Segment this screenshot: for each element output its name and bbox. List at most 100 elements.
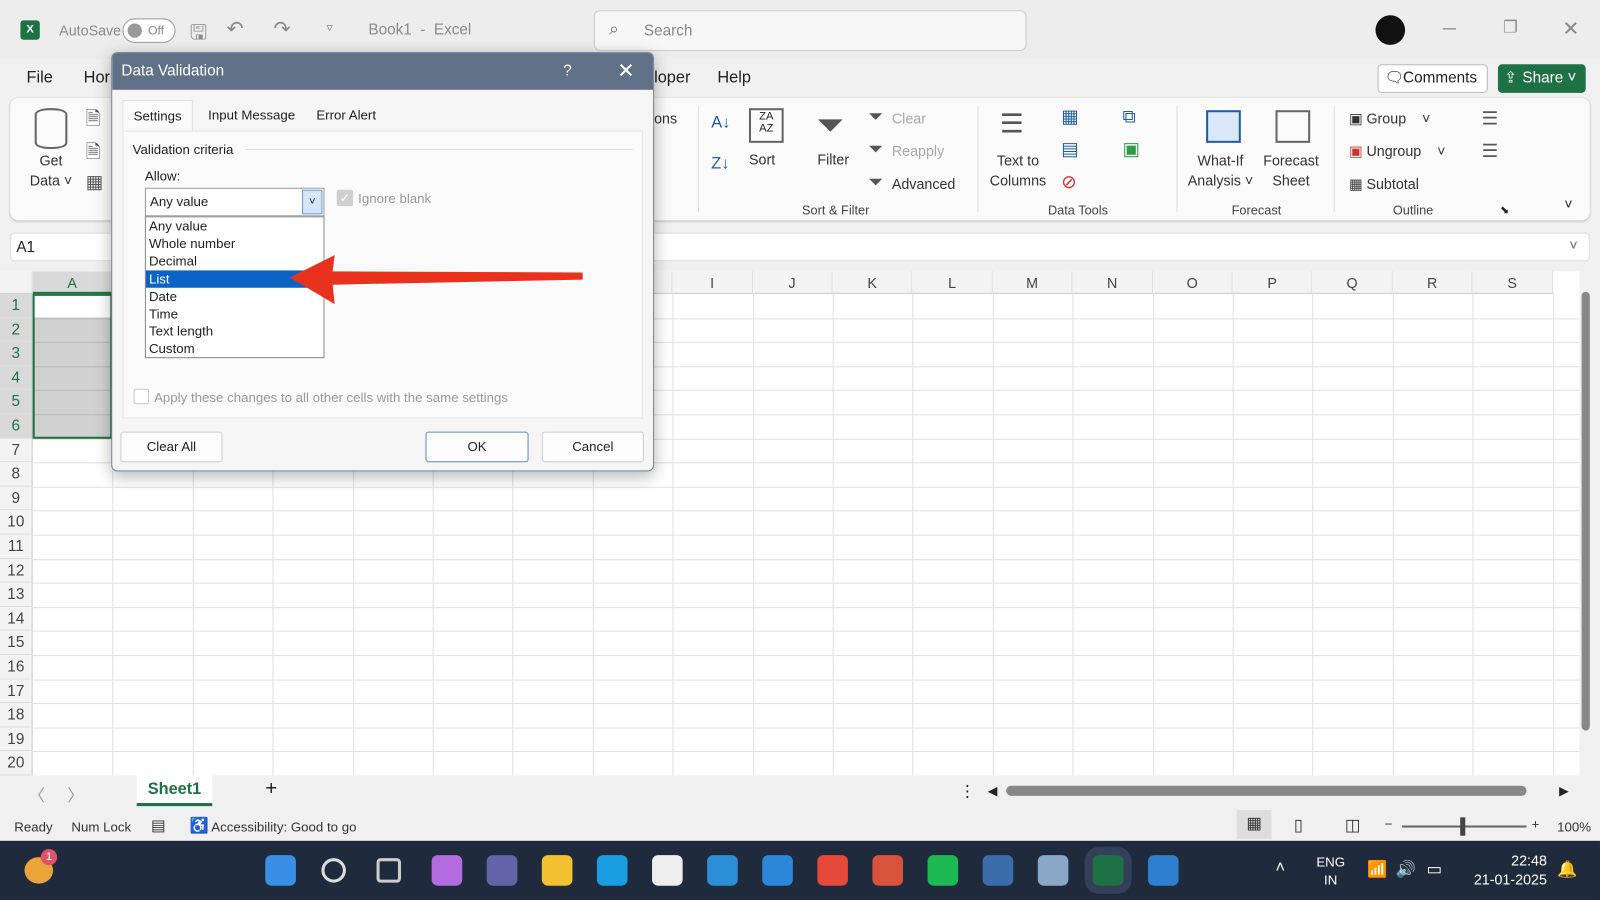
tab-help[interactable]: Help [717, 69, 751, 87]
zoom-in-button[interactable]: + [1532, 816, 1540, 831]
autosave-toggle[interactable]: Off [122, 18, 176, 43]
prev-sheet-icon[interactable]: 〈 [29, 782, 45, 806]
taskbar-search-icon[interactable] [321, 858, 346, 883]
remove-duplicates-icon[interactable]: ▤ [1061, 139, 1078, 160]
row-header-11[interactable]: 11 [0, 534, 33, 559]
ignore-blank-checkbox[interactable]: ✓ [336, 189, 354, 207]
tab-error-alert[interactable]: Error Alert [306, 100, 386, 131]
avatar[interactable] [1375, 15, 1406, 45]
zoom-out-button[interactable]: − [1385, 816, 1393, 831]
taskbar-file-explorer-icon[interactable] [541, 855, 573, 886]
save-icon[interactable]: 🖫 [190, 17, 207, 52]
column-header-P[interactable]: P [1232, 271, 1313, 294]
data-model-icon[interactable]: ▣ [1122, 139, 1139, 160]
show-hidden-icons[interactable]: ˄ [1276, 859, 1286, 877]
row-header-12[interactable]: 12 [0, 558, 33, 583]
taskbar-app-icon[interactable] [982, 855, 1014, 886]
allow-select[interactable]: Any value ˅ [144, 187, 325, 217]
sort-desc-icon[interactable]: Z↓ [711, 155, 729, 173]
dialog-help-button[interactable]: ? [563, 62, 572, 79]
group-button[interactable]: ▣ Group ˅ [1349, 110, 1430, 127]
tab-file[interactable]: File [27, 69, 53, 87]
normal-view-icon[interactable]: ▦ [1236, 810, 1272, 839]
accessibility-icon[interactable]: ♿ [190, 816, 209, 834]
taskbar-edge-icon[interactable] [596, 855, 628, 886]
taskbar-chrome-profile-icon[interactable] [872, 855, 904, 886]
zoom-level[interactable]: 100% [1557, 819, 1591, 834]
taskbar-chrome-icon[interactable] [817, 855, 848, 886]
get-data-button[interactable]: Get Data ˅ [27, 150, 76, 191]
row-header-5[interactable]: 5 [0, 390, 33, 415]
zoom-slider-thumb[interactable] [1460, 817, 1466, 836]
column-header-M[interactable]: M [992, 271, 1073, 294]
option-custom[interactable]: Custom [146, 340, 324, 358]
taskbar-myhp-icon[interactable] [707, 855, 738, 886]
language-indicator[interactable]: ENG IN [1316, 853, 1345, 890]
search-box[interactable]: ⌕ Search [593, 10, 1027, 52]
chevron-down-icon[interactable]: ˅ [302, 189, 323, 215]
notifications-bell-icon[interactable]: 🔔 [1557, 859, 1577, 879]
ok-button[interactable]: OK [425, 431, 529, 463]
tab-input-message[interactable]: Input Message [198, 100, 305, 131]
sort-button[interactable]: Sort [749, 151, 775, 167]
flash-fill-icon[interactable]: ▦ [1061, 106, 1078, 127]
filter-button[interactable]: Filter [817, 151, 849, 167]
advanced-button[interactable]: Advanced [892, 176, 956, 192]
taskbar-store-icon[interactable] [652, 855, 683, 886]
row-header-10[interactable]: 10 [0, 510, 33, 535]
apply-all-checkbox[interactable] [133, 388, 149, 405]
clear-button[interactable]: Clear [892, 110, 926, 126]
show-detail-icon[interactable]: ☰ [1482, 108, 1498, 129]
what-if-button[interactable]: What-If Analysis ˅ [1188, 150, 1254, 191]
hide-detail-icon[interactable]: ☰ [1482, 141, 1498, 162]
wifi-icon[interactable]: 📶 [1367, 859, 1387, 879]
column-header-N[interactable]: N [1072, 271, 1153, 294]
from-table-icon[interactable]: ▦ [86, 171, 103, 192]
taskbar-help-icon[interactable] [762, 855, 793, 886]
from-web-icon[interactable]: 🗎 [86, 140, 101, 171]
row-header-15[interactable]: 15 [0, 631, 33, 656]
row-header-1[interactable]: 1 [0, 293, 33, 318]
row-header-14[interactable]: 14 [0, 606, 33, 632]
row-header-20[interactable]: 20 [0, 751, 33, 776]
column-header-A[interactable]: A [32, 271, 113, 294]
macro-record-icon[interactable]: ▤ [151, 816, 165, 834]
taskbar-spotify-icon[interactable] [927, 855, 959, 886]
undo-icon[interactable]: ↶ [227, 16, 244, 42]
column-header-O[interactable]: O [1152, 271, 1233, 294]
data-validation-icon[interactable]: ⊘ [1061, 171, 1076, 192]
column-header-K[interactable]: K [832, 271, 913, 294]
page-layout-icon[interactable]: ▯ [1294, 815, 1303, 835]
row-header-16[interactable]: 16 [0, 655, 33, 680]
text-to-columns-button[interactable]: Text to Columns [990, 150, 1046, 191]
sheet-tab-sheet1[interactable]: Sheet1 [136, 775, 213, 807]
redo-icon[interactable]: ↷ [273, 16, 290, 42]
tab-settings[interactable]: Settings [122, 99, 193, 131]
collapse-ribbon-icon[interactable]: ˅ [1564, 196, 1572, 212]
column-header-I[interactable]: I [672, 271, 753, 294]
reapply-button[interactable]: Reapply [892, 143, 944, 159]
row-header-7[interactable]: 7 [0, 438, 33, 463]
subtotal-button[interactable]: ▦ Subtotal [1349, 176, 1419, 193]
battery-icon[interactable]: ▭ [1427, 859, 1442, 879]
from-text-icon[interactable]: 🗎 [86, 106, 101, 137]
dialog-close-icon[interactable]: ✕ [617, 58, 634, 84]
row-header-2[interactable]: 2 [0, 317, 33, 343]
column-header-Q[interactable]: Q [1312, 271, 1393, 294]
row-header-13[interactable]: 13 [0, 582, 33, 607]
taskbar-task-view-icon[interactable] [376, 858, 402, 883]
column-header-J[interactable]: J [752, 271, 833, 294]
scroll-left-icon[interactable]: ◀ [988, 784, 997, 798]
taskbar-excel-icon[interactable] [1092, 855, 1124, 886]
more-options-icon[interactable]: ⋮ [959, 782, 975, 802]
consolidate-icon[interactable]: ⧉ [1122, 106, 1135, 127]
tab-home[interactable]: Hor [84, 69, 110, 87]
volume-icon[interactable]: 🔊 [1396, 859, 1416, 879]
taskbar-postgresql-icon[interactable] [1037, 855, 1069, 886]
row-header-8[interactable]: 8 [0, 462, 33, 487]
minimize-icon[interactable]: ─ [1443, 18, 1456, 39]
comments-button[interactable]: 🗨 Comments [1377, 64, 1488, 93]
next-sheet-icon[interactable]: 〉 [67, 782, 83, 806]
cancel-button[interactable]: Cancel [541, 431, 644, 463]
scroll-right-icon[interactable]: ▶ [1559, 784, 1568, 798]
